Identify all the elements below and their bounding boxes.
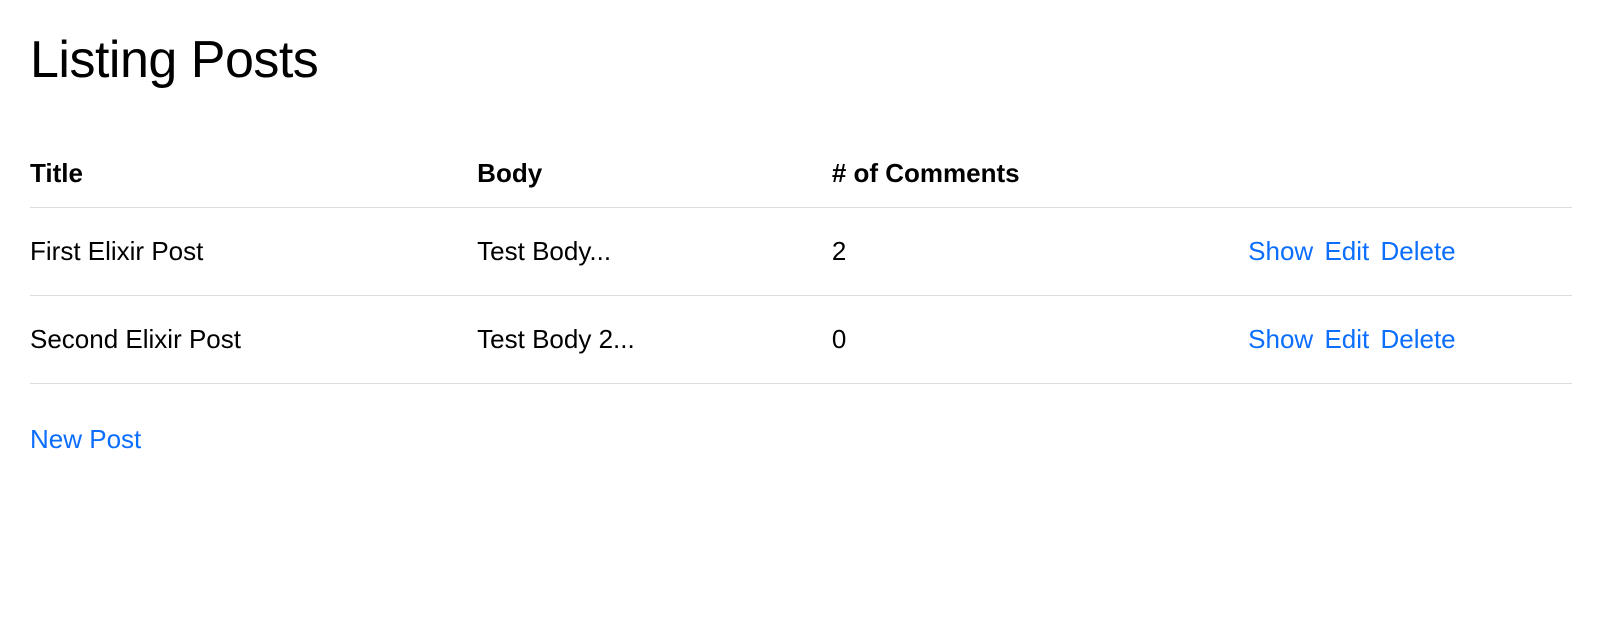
posts-table: Title Body # of Comments First Elixir Po… — [30, 140, 1572, 384]
column-header-comments: # of Comments — [832, 140, 1248, 208]
column-header-actions — [1248, 140, 1572, 208]
show-link[interactable]: Show — [1248, 324, 1313, 354]
table-header-row: Title Body # of Comments — [30, 140, 1572, 208]
cell-body: Test Body... — [477, 208, 832, 296]
edit-link[interactable]: Edit — [1324, 324, 1369, 354]
cell-title: First Elixir Post — [30, 208, 477, 296]
cell-body: Test Body 2... — [477, 296, 832, 384]
table-row: First Elixir Post Test Body... 2 Show Ed… — [30, 208, 1572, 296]
edit-link[interactable]: Edit — [1324, 236, 1369, 266]
cell-actions: Show Edit Delete — [1248, 296, 1572, 384]
cell-title: Second Elixir Post — [30, 296, 477, 384]
column-header-body: Body — [477, 140, 832, 208]
page-title: Listing Posts — [30, 30, 1572, 90]
delete-link[interactable]: Delete — [1380, 236, 1455, 266]
column-header-title: Title — [30, 140, 477, 208]
table-row: Second Elixir Post Test Body 2... 0 Show… — [30, 296, 1572, 384]
cell-comments: 2 — [832, 208, 1248, 296]
delete-link[interactable]: Delete — [1380, 324, 1455, 354]
show-link[interactable]: Show — [1248, 236, 1313, 266]
new-post-link[interactable]: New Post — [30, 424, 141, 454]
cell-comments: 0 — [832, 296, 1248, 384]
cell-actions: Show Edit Delete — [1248, 208, 1572, 296]
